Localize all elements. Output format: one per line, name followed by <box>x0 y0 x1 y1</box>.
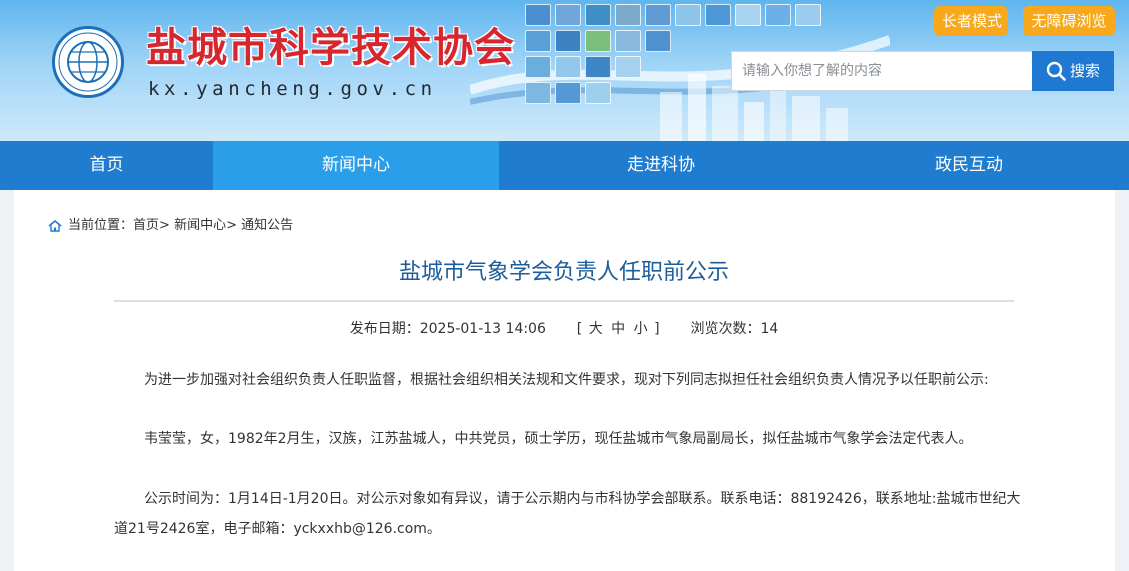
breadcrumb-prefix: 当前位置： <box>68 218 134 233</box>
site-header: 盐城市科学技术协会 kx.yancheng.gov.cn 长者模式 无障碍浏览 … <box>0 0 1129 141</box>
article-title: 盐城市气象学会负责人任职前公示 <box>398 260 729 285</box>
views-count: 14 <box>760 321 779 337</box>
font-size-bracket-close: ] <box>654 321 660 337</box>
search-button-label: 搜索 <box>1070 62 1101 80</box>
breadcrumb-news-center[interactable]: 新闻中心 <box>174 218 226 233</box>
search-button[interactable]: 搜索 <box>1032 51 1114 91</box>
breadcrumb-separator: > <box>159 218 170 233</box>
main-nav: 首页 新闻中心 走进科协 政民互动 <box>0 141 1129 190</box>
article-paragraph: 公示时间为：1月14日-1月20日。对公示对象如有异议，请于公示期内与市科协学会… <box>114 491 1021 537</box>
nav-item-interaction[interactable]: 政民互动 <box>809 141 1129 190</box>
nav-item-about-cast[interactable]: 走进科协 <box>513 141 809 190</box>
search-input[interactable] <box>731 51 1032 91</box>
nav-item-home[interactable]: 首页 <box>0 141 213 190</box>
breadcrumb-separator: > <box>226 218 237 233</box>
breadcrumb-home[interactable]: 首页 <box>133 218 159 233</box>
site-title: 盐城市科学技术协会 <box>146 24 515 71</box>
article-paragraph: 为进一步加强对社会组织负责人任职监督，根据社会组织相关法规和文件要求，现对下列同… <box>144 372 989 388</box>
font-size-large[interactable]: 大 <box>587 321 605 337</box>
font-size-small[interactable]: 小 <box>632 321 650 337</box>
breadcrumb-notices[interactable]: 通知公告 <box>241 218 293 233</box>
cast-logo <box>52 26 124 98</box>
font-size-bracket-open: [ <box>576 321 583 337</box>
accessible-mode-button[interactable]: 无障碍浏览 <box>1023 6 1115 36</box>
title-divider <box>114 300 1014 302</box>
globe-icon <box>58 32 118 92</box>
font-size-medium[interactable]: 中 <box>609 321 627 337</box>
publish-date-label: 发布日期： <box>349 321 420 337</box>
nav-item-news-center[interactable]: 新闻中心 <box>213 141 499 190</box>
search-icon <box>1046 61 1066 81</box>
article-meta: 发布日期：2025-01-13 14:06 [ 大 中 小 ] 浏览次数：14 <box>114 318 1014 340</box>
site-domain: kx.yancheng.gov.cn <box>148 78 437 100</box>
views-label: 浏览次数： <box>690 321 761 337</box>
elder-mode-button[interactable]: 长者模式 <box>934 6 1008 36</box>
article-paragraph: 韦莹莹，女，1982年2月生，汉族，江苏盐城人，中共党员，硕士学历，现任盐城市气… <box>144 431 973 447</box>
font-size-switcher: [ 大 中 小 ] <box>577 321 664 337</box>
home-icon <box>48 220 62 232</box>
publish-date: 2025-01-13 14:06 <box>419 321 546 337</box>
